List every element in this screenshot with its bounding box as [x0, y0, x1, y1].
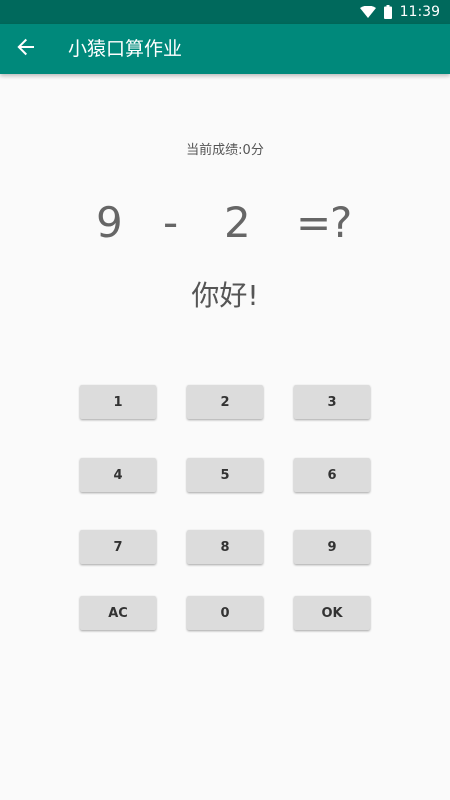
key-5-button[interactable]: 5	[187, 458, 263, 492]
key-9-button[interactable]: 9	[294, 530, 370, 564]
key-0-button[interactable]: 0	[187, 596, 263, 630]
status-icons: 11:39	[359, 0, 440, 24]
clear-button[interactable]: AC	[80, 596, 156, 630]
key-8-button[interactable]: 8	[187, 530, 263, 564]
app-title: 小猿口算作业	[68, 38, 183, 60]
arrow-left-icon	[17, 38, 35, 60]
second-operand: 2	[224, 198, 251, 247]
key-3-button[interactable]: 3	[294, 385, 370, 419]
score-label: 当前成绩:0分	[186, 143, 264, 158]
battery-icon	[383, 5, 392, 19]
status-time: 11:39	[399, 4, 440, 20]
key-1-button[interactable]: 1	[80, 385, 156, 419]
app-bar: 小猿口算作业	[0, 24, 450, 74]
equals-sign: =	[296, 198, 332, 247]
wifi-icon	[359, 6, 376, 18]
back-button[interactable]	[6, 29, 46, 69]
greeting-text: 你好!	[191, 279, 259, 312]
key-2-button[interactable]: 2	[187, 385, 263, 419]
key-7-button[interactable]: 7	[80, 530, 156, 564]
status-bar: 11:39	[0, 0, 450, 24]
ok-button[interactable]: OK	[294, 596, 370, 630]
unknown-mark: ?	[330, 198, 353, 247]
first-operand: 9	[96, 198, 123, 247]
operator: -	[163, 198, 179, 247]
key-4-button[interactable]: 4	[80, 458, 156, 492]
key-6-button[interactable]: 6	[294, 458, 370, 492]
